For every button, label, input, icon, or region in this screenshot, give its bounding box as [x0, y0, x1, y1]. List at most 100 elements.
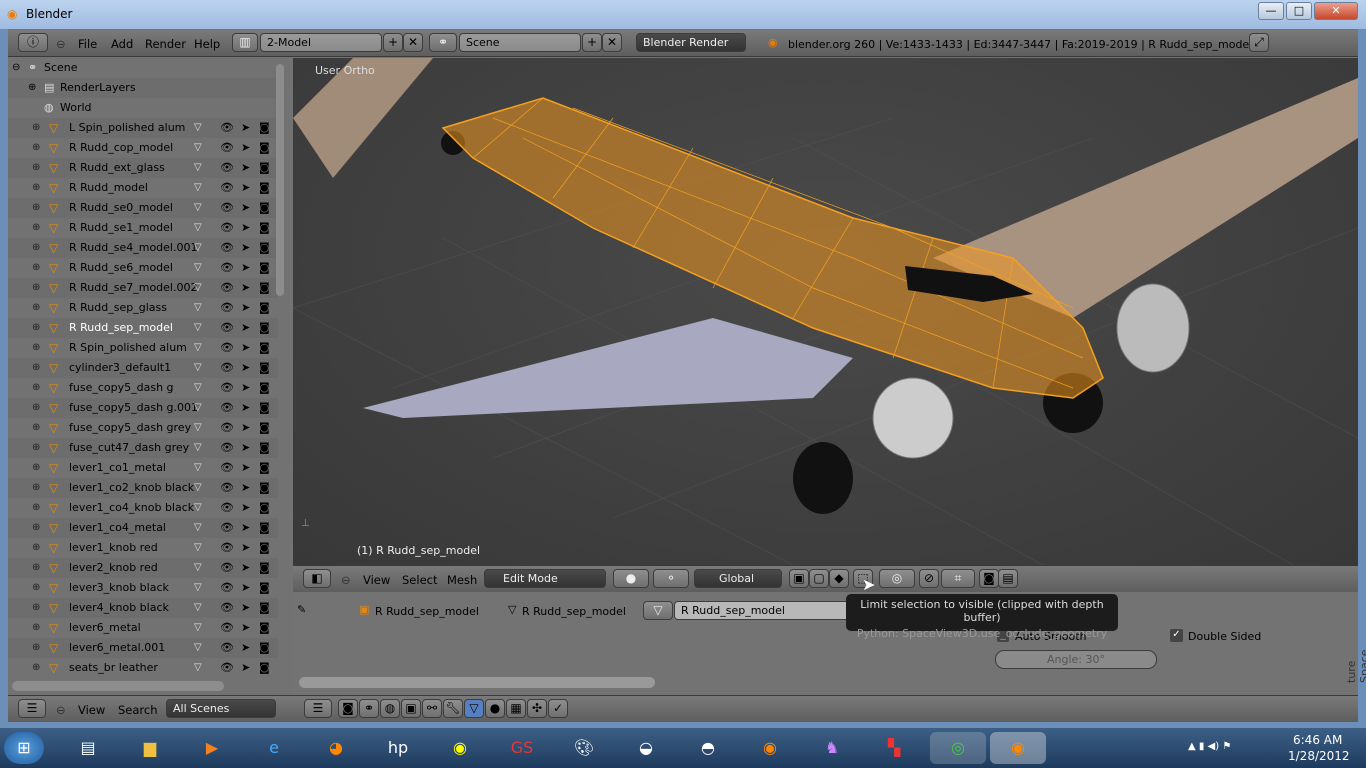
object-name[interactable]: lever3_knob black — [69, 578, 169, 598]
expand-icon[interactable]: ⊕ — [32, 198, 40, 218]
selectability-cursor-icon[interactable]: ➤ — [241, 318, 250, 338]
object-name[interactable]: lever4_knob black — [69, 598, 169, 618]
outliner-scrollbar[interactable] — [276, 64, 284, 296]
expand-icon[interactable]: ⊕ — [32, 118, 40, 138]
render-camera-icon[interactable]: ◙ — [259, 598, 270, 618]
particles-tab-icon[interactable]: ✣ — [527, 699, 547, 718]
taskbar-app3-icon[interactable]: ▚ — [878, 732, 910, 764]
vertex-select-mode-button[interactable]: ▣ — [789, 569, 809, 588]
mode-select[interactable]: Edit Mode — [484, 569, 606, 588]
mesh-data-icon[interactable]: ▽ — [194, 338, 202, 358]
menu-add[interactable]: Add — [111, 37, 133, 51]
render-camera-icon[interactable]: ◙ — [259, 578, 270, 598]
render-camera-icon[interactable]: ◙ — [259, 378, 270, 398]
render-camera-icon[interactable]: ◙ — [259, 538, 270, 558]
menu-render[interactable]: Render — [145, 37, 186, 51]
render-camera-icon[interactable]: ◙ — [259, 198, 270, 218]
outliner-object-row[interactable]: ⊕ ▽ R Rudd_model ▽ 👁︎ ➤ ◙ — [8, 178, 278, 198]
selectability-cursor-icon[interactable]: ➤ — [241, 478, 250, 498]
outliner-object-row[interactable]: ⊕ ▽ lever1_co2_knob black ▽ 👁︎ ➤ ◙ — [8, 478, 278, 498]
selectability-cursor-icon[interactable]: ➤ — [241, 278, 250, 298]
clock-date[interactable]: 1/28/2012 — [1288, 749, 1350, 763]
mesh-data-tab-icon[interactable]: ▽ — [464, 699, 484, 718]
mesh-data-icon[interactable]: ▽ — [194, 658, 202, 678]
expand-icon[interactable]: ⊕ — [32, 438, 40, 458]
mesh-data-icon[interactable]: ▽ — [194, 518, 202, 538]
outliner-hscrollbar[interactable] — [12, 681, 224, 691]
taskbar-firefox-icon[interactable]: ◕ — [320, 732, 352, 764]
visibility-eye-icon[interactable]: 👁︎ — [220, 318, 234, 338]
editor-type-properties-icon[interactable]: ☰ — [304, 699, 332, 718]
visibility-eye-icon[interactable]: 👁︎ — [220, 118, 234, 138]
mesh-data-icon[interactable]: ▽ — [194, 218, 202, 238]
scene-icon[interactable]: ⚭ — [429, 33, 457, 52]
object-name[interactable]: R Rudd_ext_glass — [69, 158, 165, 178]
proportional-edit-select[interactable]: ◎ — [879, 569, 915, 588]
mesh-data-icon[interactable]: ▽ — [194, 198, 202, 218]
render-engine-select[interactable]: Blender Render — [636, 33, 746, 52]
visibility-eye-icon[interactable]: 👁︎ — [220, 558, 234, 578]
object-name[interactable]: fuse_copy5_dash g.001 — [69, 398, 198, 418]
scene-field[interactable]: Scene — [459, 33, 581, 52]
taskbar-blender-active-icon[interactable]: ◉ — [990, 732, 1046, 764]
outliner-display-select[interactable]: All Scenes — [166, 699, 276, 718]
properties-hscrollbar[interactable] — [299, 677, 655, 688]
mesh-data-icon[interactable]: ▽ — [194, 418, 202, 438]
menu-view[interactable]: View — [363, 573, 390, 587]
render-camera-icon[interactable]: ◙ — [259, 338, 270, 358]
material-tab-icon[interactable]: ● — [485, 699, 505, 718]
visibility-eye-icon[interactable]: 👁︎ — [220, 278, 234, 298]
expand-icon[interactable]: ⊕ — [32, 498, 40, 518]
render-camera-icon[interactable]: ◙ — [259, 298, 270, 318]
render-still-button[interactable]: ◙ — [979, 569, 999, 588]
render-camera-icon[interactable]: ◙ — [259, 118, 270, 138]
object-name[interactable]: lever1_co2_knob black — [69, 478, 194, 498]
visibility-eye-icon[interactable]: 👁︎ — [220, 658, 234, 678]
selectability-cursor-icon[interactable]: ➤ — [241, 498, 250, 518]
visibility-eye-icon[interactable]: 👁︎ — [220, 238, 234, 258]
visibility-eye-icon[interactable]: 👁︎ — [220, 198, 234, 218]
physics-tab-icon[interactable]: ✓ — [548, 699, 568, 718]
object-name[interactable]: seats_br leather — [69, 658, 158, 678]
render-camera-icon[interactable]: ◙ — [259, 178, 270, 198]
expand-icon[interactable]: ⊕ — [28, 78, 36, 98]
visibility-eye-icon[interactable]: 👁︎ — [220, 358, 234, 378]
mesh-data-icon[interactable]: ▽ — [194, 558, 202, 578]
taskbar-gimp-icon[interactable]: ◒ — [630, 732, 662, 764]
screen-layout-icon[interactable]: ▥ — [232, 33, 258, 52]
taskbar-media-icon[interactable]: ▶ — [196, 732, 228, 764]
outliner-object-row[interactable]: ⊕ ▽ R Rudd_cop_model ▽ 👁︎ ➤ ◙ — [8, 138, 278, 158]
transform-orientation-select[interactable]: Global — [694, 569, 782, 588]
render-camera-icon[interactable]: ◙ — [259, 238, 270, 258]
close-button[interactable]: ✕ — [1314, 2, 1358, 20]
editor-type-info-icon[interactable]: ⓘ — [18, 33, 48, 52]
viewport-shading-select[interactable]: ● — [613, 569, 649, 588]
visibility-eye-icon[interactable]: 👁︎ — [220, 538, 234, 558]
render-camera-icon[interactable]: ◙ — [259, 318, 270, 338]
mesh-data-icon[interactable]: ▽ — [194, 118, 202, 138]
outliner-row-scene[interactable]: ⊖ ⚭ Scene — [8, 58, 278, 78]
tray-icons[interactable]: ▲ ▮ ◀) ⚑ — [1188, 741, 1231, 752]
object-name[interactable]: lever1_co1_metal — [69, 458, 166, 478]
add-scene-button[interactable]: + — [582, 33, 602, 52]
mesh-data-icon[interactable]: ▽ — [194, 458, 202, 478]
visibility-eye-icon[interactable]: 👁︎ — [220, 578, 234, 598]
outliner-object-row[interactable]: ⊕ ▽ lever3_knob black ▽ 👁︎ ➤ ◙ — [8, 578, 278, 598]
render-camera-icon[interactable]: ◙ — [259, 438, 270, 458]
outliner-object-row[interactable]: ⊕ ▽ R Rudd_sep_model ▽ 👁︎ ➤ ◙ — [8, 318, 278, 338]
face-select-mode-button[interactable]: ◆ — [829, 569, 849, 588]
outliner-object-row[interactable]: ⊕ ▽ cylinder3_default1 ▽ 👁︎ ➤ ◙ — [8, 358, 278, 378]
render-camera-icon[interactable]: ◙ — [259, 138, 270, 158]
outliner-menu-search[interactable]: Search — [118, 703, 158, 717]
outliner-object-row[interactable]: ⊕ ▽ R Rudd_se4_model.001 ▽ 👁︎ ➤ ◙ — [8, 238, 278, 258]
expand-icon[interactable]: ⊕ — [32, 538, 40, 558]
taskbar-hp-icon[interactable]: hp — [382, 732, 414, 764]
outliner-object-row[interactable]: ⊕ ▽ seats_br leather ▽ 👁︎ ➤ ◙ — [8, 658, 278, 678]
mesh-data-icon[interactable]: ▽ — [194, 258, 202, 278]
outliner-row-render-layers[interactable]: ⊕ ▤ RenderLayers — [8, 78, 278, 98]
render-camera-icon[interactable]: ◙ — [259, 638, 270, 658]
outliner-object-row[interactable]: ⊕ ▽ R Rudd_ext_glass ▽ 👁︎ ➤ ◙ — [8, 158, 278, 178]
mesh-data-icon[interactable]: ▽ — [194, 638, 202, 658]
visibility-eye-icon[interactable]: 👁︎ — [220, 598, 234, 618]
visibility-eye-icon[interactable]: 👁︎ — [220, 458, 234, 478]
